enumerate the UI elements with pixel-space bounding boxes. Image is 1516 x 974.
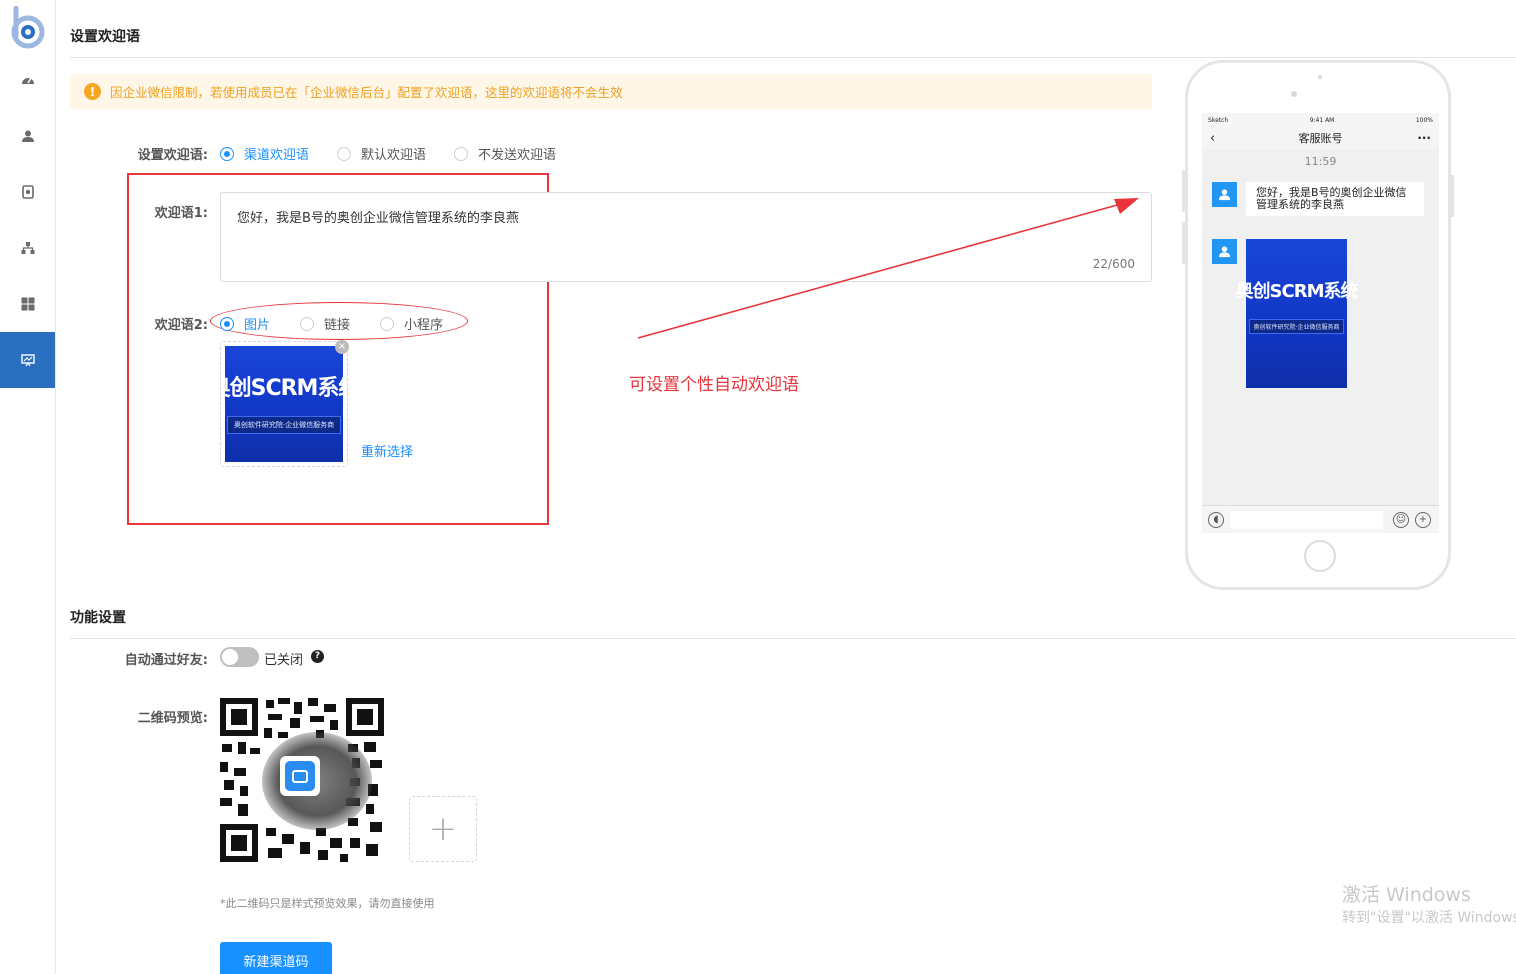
page: 设置欢迎语 ! 因企业微信限制，若使用成员已在「企业微信后台」配置了欢迎语，这里… — [0, 0, 1516, 974]
phone-preview: Sketch 9:41 AM 100% ‹ 客服账号 ··· 11:59 您好，… — [1185, 60, 1451, 590]
phone-status-bar: Sketch 9:41 AM 100% — [1202, 113, 1439, 127]
user-icon — [1218, 189, 1231, 201]
phone-input-field — [1230, 511, 1383, 529]
phone-title: 客服账号 — [1298, 132, 1343, 145]
sidebar — [0, 0, 56, 974]
presentation-chart-icon — [20, 354, 35, 367]
nav-item-users[interactable] — [0, 108, 55, 164]
radio-dot — [220, 316, 234, 331]
poster-subtitle: 奥创软件研究院·企业微信服务商 — [226, 416, 342, 434]
auto-accept-state: 已关闭 — [264, 653, 304, 668]
radio-label: 不发送欢迎语 — [478, 148, 557, 163]
radio-label: 图片 — [244, 318, 271, 333]
section-divider — [70, 638, 1516, 639]
logo-icon — [11, 6, 45, 49]
welcome-message-1-label: 欢迎语1: — [154, 206, 208, 221]
annotation-text: 可设置个性自动欢迎语 — [629, 375, 799, 395]
chat-message-text: 您好，我是B号的奥创企业微信管理系统的李良燕 — [1212, 182, 1424, 216]
radio-label: 小程序 — [404, 318, 444, 333]
create-channel-code-button[interactable]: 新建渠道码 — [220, 942, 332, 974]
warning-text: 因企业微信限制，若使用成员已在「企业微信后台」配置了欢迎语，这里的欢迎语将不会生… — [110, 85, 623, 100]
qr-center-logo — [280, 756, 320, 796]
auto-accept-toggle[interactable] — [220, 647, 259, 667]
user-icon — [21, 130, 34, 142]
qr-preview-label: 二维码预览: — [137, 711, 208, 726]
nav-item-channel[interactable] — [0, 332, 55, 388]
welcome-message-1-text: 您好，我是B号的奥创企业微信管理系统的李良燕 — [237, 211, 519, 226]
dashboard-icon — [21, 77, 34, 84]
qr-note: *此二维码只是样式预览效果，请勿直接使用 — [220, 897, 435, 910]
chat-message-image: 奥创SCRM系统 奥创软件研究院·企业微信服务商 — [1212, 239, 1358, 388]
phone-side-button — [1451, 175, 1454, 217]
annotation-arrow — [637, 198, 1139, 339]
org-chart-icon — [21, 242, 34, 254]
emoji-icon: ☺ — [1393, 512, 1409, 528]
phone-sensor — [1318, 75, 1322, 79]
status-carrier: Sketch — [1208, 116, 1229, 124]
nav-item-org[interactable] — [0, 220, 55, 276]
warning-banner: ! 因企业微信限制，若使用成员已在「企业微信后台」配置了欢迎语，这里的欢迎语将不… — [70, 74, 1152, 109]
voice-icon: ◖ — [1208, 512, 1224, 528]
poster-title: 奥创SCRM系统 — [1235, 281, 1359, 302]
back-icon: ‹ — [1210, 130, 1216, 146]
welcome-image-card[interactable]: 奥创SCRM系统 奥创软件研究院·企业微信服务商 × — [220, 340, 349, 467]
nav-item-security[interactable] — [0, 164, 55, 220]
radio-dot — [454, 146, 469, 161]
phone-input-bar: ◖ ☺ + — [1202, 505, 1439, 533]
warning-icon: ! — [84, 83, 101, 100]
phone-screen: Sketch 9:41 AM 100% ‹ 客服账号 ··· 11:59 您好，… — [1202, 113, 1439, 533]
radio-dot — [337, 146, 352, 161]
radio-channel-welcome[interactable]: 渠道欢迎语 — [220, 144, 309, 163]
phone-side-button — [1182, 222, 1185, 264]
shield-icon — [21, 185, 34, 199]
poster-title: 奥创SCRM系统 — [225, 376, 343, 401]
phone-side-button — [1182, 170, 1185, 212]
welcome-type-label: 设置欢迎语: — [137, 148, 208, 163]
plus-icon: + — [1415, 512, 1431, 528]
phone-home-button — [1304, 540, 1336, 572]
windows-watermark-title: 激活 Windows — [1342, 884, 1471, 906]
function-section-title: 功能设置 — [70, 610, 126, 626]
status-battery: 100% — [1415, 116, 1433, 124]
radio-link[interactable]: 链接 — [300, 314, 350, 333]
help-icon[interactable]: ? — [311, 650, 324, 663]
message-icon — [285, 761, 315, 791]
more-icon: ··· — [1417, 131, 1431, 145]
phone-camera — [1291, 91, 1297, 97]
poster-subtitle: 奥创软件研究院·企业微信服务商 — [1248, 319, 1345, 334]
nav-item-apps[interactable] — [0, 276, 55, 332]
radio-no-welcome[interactable]: 不发送欢迎语 — [454, 144, 556, 163]
radio-dot — [300, 316, 315, 331]
chat-bubble: 您好，我是B号的奥创企业微信管理系统的李良燕 — [1246, 182, 1424, 216]
radio-label: 链接 — [324, 318, 351, 333]
radio-dot — [380, 316, 395, 331]
grid-icon — [21, 297, 34, 311]
welcome-type-radio-group: 渠道欢迎语 默认欢迎语 不发送欢迎语 — [220, 144, 584, 163]
welcome-image-poster: 奥创SCRM系统 奥创软件研究院·企业微信服务商 — [225, 346, 343, 462]
radio-dot — [220, 146, 234, 161]
avatar — [1212, 182, 1237, 207]
user-icon — [1218, 246, 1231, 258]
phone-nav-bar: ‹ 客服账号 ··· — [1202, 127, 1439, 149]
welcome-section-title: 设置欢迎语 — [70, 29, 140, 45]
welcome-2-type-radio-group: 图片 链接 小程序 — [220, 314, 471, 333]
toggle-knob — [222, 649, 238, 665]
section-divider — [70, 57, 1516, 58]
chat-time: 11:59 — [1304, 155, 1337, 168]
auto-accept-label: 自动通过好友: — [124, 653, 208, 668]
radio-label: 渠道欢迎语 — [244, 148, 310, 163]
radio-default-welcome[interactable]: 默认欢迎语 — [337, 144, 426, 163]
remove-image-icon[interactable]: × — [335, 340, 349, 354]
reselect-link[interactable]: 重新选择 — [361, 441, 413, 460]
radio-mini-program[interactable]: 小程序 — [380, 314, 443, 333]
avatar — [1212, 239, 1237, 264]
welcome-message-2-label: 欢迎语2: — [154, 318, 208, 333]
status-time: 9:41 AM — [1309, 116, 1335, 124]
windows-watermark-text: 转到"设置"以激活 Windows。 — [1342, 910, 1516, 926]
radio-image[interactable]: 图片 — [220, 314, 270, 333]
nav-item-dashboard[interactable] — [0, 52, 55, 108]
add-logo-button[interactable]: + — [409, 796, 477, 862]
radio-label: 默认欢迎语 — [361, 148, 427, 163]
chat-image-poster: 奥创SCRM系统 奥创软件研究院·企业微信服务商 — [1236, 239, 1358, 388]
